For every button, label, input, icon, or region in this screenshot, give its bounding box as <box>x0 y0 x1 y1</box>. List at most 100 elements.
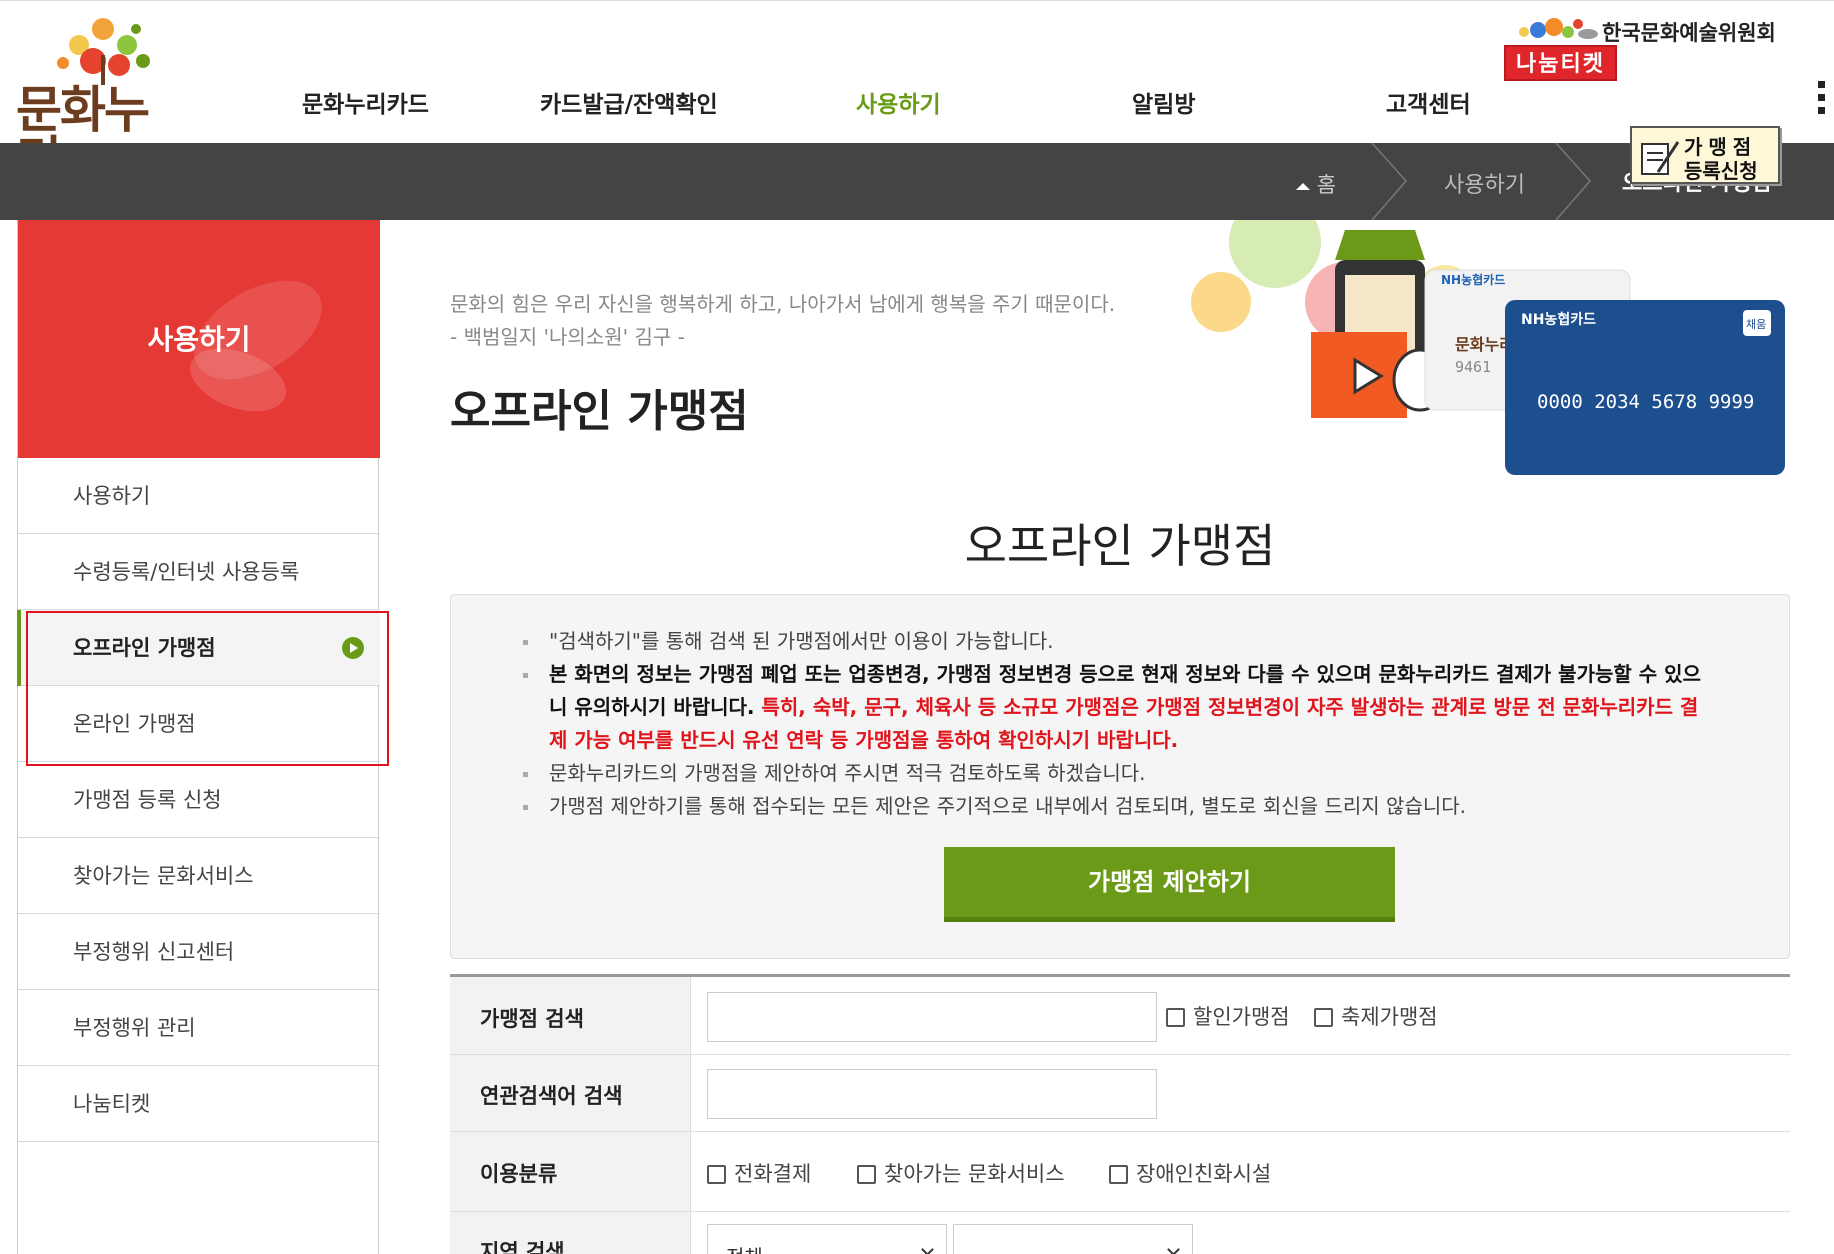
checkbox-label: 장애인친화시설 <box>1136 1162 1272 1186</box>
notice-item: 문화누리카드의 가맹점을 제안하여 주시면 적극 검토하도록 하겠습니다. <box>523 757 1709 790</box>
checkbox-icon <box>707 1165 726 1184</box>
region-select[interactable]: 전체 <box>707 1224 947 1254</box>
quote-source: - 백범일지 '나의소원' 김구 - <box>450 325 685 349</box>
region-select-value: 전체 <box>726 1241 763 1254</box>
sidebar-item-merchant-apply[interactable]: 가맹점 등록 신청 <box>18 762 380 838</box>
region-search-label: 지역 검색 <box>480 1240 565 1254</box>
sidebar-item-label: 사용하기 <box>73 484 151 508</box>
page-title: 오프라인 가맹점 <box>450 386 749 437</box>
merchant-search-label: 가맹점 검색 <box>480 1007 584 1031</box>
nav-munhwanuri-card[interactable]: 문화누리카드 <box>302 85 429 119</box>
breadcrumb-level1[interactable]: 사용하기 <box>1444 167 1525 199</box>
form-row-header: 연관검색어 검색 <box>450 1055 691 1131</box>
notice-item: 가맹점 제안하기를 통해 접수되는 모든 제안은 주기적으로 내부에서 검토되며… <box>523 790 1709 823</box>
sidebar-item-label: 수령등록/인터넷 사용등록 <box>73 560 300 584</box>
festival-merchant-checkbox[interactable]: 축제가맹점 <box>1314 1001 1438 1031</box>
notice-item-warning: 본 화면의 정보는 가맹점 폐업 또는 업종변경, 가맹점 정보변경 등으로 현… <box>523 658 1709 757</box>
header: 문화누리 문화누리카드 카드발급/잔액확인 사용하기 알림방 고객센터 한국문화… <box>0 0 1834 185</box>
suggest-merchant-button[interactable]: 가맹점 제안하기 <box>944 847 1395 922</box>
gift-card-tag: 채움 <box>1651 283 1673 297</box>
accessible-facility-checkbox[interactable]: 장애인친화시설 <box>1109 1158 1271 1188</box>
sidebar-item-label: 나눔티켓 <box>73 1092 151 1116</box>
notice-item: "검색하기"를 통해 검색 된 가맹점에서만 이용이 가능합니다. <box>523 625 1709 658</box>
nh-card-number: 0000 2034 5678 9999 <box>1537 391 1754 413</box>
sidebar: 사용하기 사용하기 수령등록/인터넷 사용등록 오프라인 가맹점 온라인 가맹점… <box>17 220 380 1254</box>
notice-text: 가맹점 제안하기를 통해 접수되는 모든 제안은 주기적으로 내부에서 검토되며… <box>549 794 1467 818</box>
sidebar-item-online-merchants[interactable]: 온라인 가맹점 <box>18 686 380 762</box>
hero-illustration: NH농협카드 문화누리 9461 채움 NH농협카드 채움 0000 2034 … <box>1191 220 1785 475</box>
logo[interactable]: 문화누리 <box>16 15 191 185</box>
form-row-related-search: 연관검색어 검색 <box>450 1055 1790 1132</box>
org-logo[interactable]: 한국문화예술위원회 <box>1516 15 1796 45</box>
chevron-down-icon <box>1167 1243 1180 1254</box>
sidebar-item-label: 찾아가는 문화서비스 <box>73 864 254 888</box>
sidebar-header: 사용하기 <box>18 220 380 458</box>
section-title: 오프라인 가맹점 <box>964 519 1276 573</box>
visiting-service-checkbox[interactable]: 찾아가는 문화서비스 <box>857 1158 1065 1188</box>
breadcrumb-home-label: 홈 <box>1316 173 1337 197</box>
sidebar-item-share-ticket[interactable]: 나눔티켓 <box>18 1066 380 1142</box>
sidebar-item-label: 가맹점 등록 신청 <box>73 788 222 812</box>
gift-card-number: 9461 <box>1455 358 1491 376</box>
sidebar-item-registration[interactable]: 수령등록/인터넷 사용등록 <box>18 534 380 610</box>
sidebar-item-visiting-service[interactable]: 찾아가는 문화서비스 <box>18 838 380 914</box>
sidebar-item-fraud-report[interactable]: 부정행위 신고센터 <box>18 914 380 990</box>
merchant-apply-badge[interactable]: 가맹점 등록신청 <box>1630 126 1780 184</box>
notice-box: "검색하기"를 통해 검색 된 가맹점에서만 이용이 가능합니다. 본 화면의 … <box>450 594 1790 959</box>
form-row-header: 이용분류 <box>450 1132 691 1211</box>
sidebar-item-label: 부정행위 신고센터 <box>73 940 235 964</box>
sidebar-item-label: 오프라인 가맹점 <box>73 636 216 660</box>
form-row-region: 지역 검색 전체 <box>450 1212 1790 1254</box>
checkbox-label: 할인가맹점 <box>1193 1005 1290 1029</box>
notice-text: "검색하기"를 통해 검색 된 가맹점에서만 이용이 가능합니다. <box>549 629 1054 653</box>
checkbox-label: 찾아가는 문화서비스 <box>884 1162 1065 1186</box>
nav-notice[interactable]: 알림방 <box>1132 85 1195 119</box>
home-icon <box>1296 183 1310 190</box>
nav-usage[interactable]: 사용하기 <box>856 85 941 119</box>
checkbox-icon <box>1314 1008 1333 1027</box>
discount-merchant-checkbox[interactable]: 할인가맹점 <box>1166 1001 1290 1031</box>
breadcrumb: 홈 사용하기 오프라인 가맹점 <box>0 143 1834 220</box>
related-search-label: 연관검색어 검색 <box>480 1084 623 1108</box>
logo-flower-icon <box>57 18 150 85</box>
sidebar-item-usage[interactable]: 사용하기 <box>18 458 380 534</box>
related-search-input[interactable] <box>707 1069 1157 1119</box>
notice-text: 문화누리카드의 가맹점을 제안하여 주시면 적극 검토하도록 하겠습니다. <box>549 761 1146 785</box>
nh-card-tag: 채움 <box>1746 318 1766 331</box>
form-row-header: 가맹점 검색 <box>450 977 691 1054</box>
sidebar-item-label: 온라인 가맹점 <box>73 712 196 736</box>
phone-payment-checkbox[interactable]: 전화결제 <box>707 1158 811 1188</box>
form-row-header: 지역 검색 <box>450 1212 691 1254</box>
nav-card-issue[interactable]: 카드발급/잔액확인 <box>540 85 718 119</box>
breadcrumb-home[interactable]: 홈 <box>1296 169 1336 199</box>
share-ticket-link[interactable]: 나눔티켓 <box>1504 45 1617 81</box>
checkbox-icon <box>1166 1008 1185 1027</box>
usage-category-label: 이용분류 <box>480 1162 558 1186</box>
gift-card-brand: NH농협카드 <box>1441 272 1505 287</box>
chevron-right-icon <box>1555 143 1592 220</box>
sidebar-title: 사용하기 <box>147 323 251 356</box>
checkbox-icon <box>1109 1165 1128 1184</box>
quote-text: 문화의 힘은 우리 자신을 행복하게 하고, 나아가서 남에게 행복을 주기 때… <box>450 292 1116 316</box>
nav-customer-center[interactable]: 고객센터 <box>1386 85 1471 119</box>
film-icon <box>1311 332 1407 418</box>
merchant-search-form: 가맹점 검색 할인가맹점 축제가맹점 연관검색어 검색 이용분류 전화결제 찾아… <box>450 974 1790 1254</box>
form-row-usage-category: 이용분류 전화결제 찾아가는 문화서비스 장애인친화시설 <box>450 1132 1790 1212</box>
more-menu-icon[interactable] <box>1818 81 1826 121</box>
org-label: 한국문화예술위원회 <box>1602 21 1776 45</box>
subregion-select[interactable] <box>953 1224 1193 1254</box>
play-circle-icon <box>342 637 364 659</box>
merchant-search-input[interactable] <box>707 992 1157 1042</box>
org-dots-icon <box>1519 18 1598 39</box>
nh-card-brand: NH농협카드 <box>1521 312 1596 328</box>
form-row-merchant-search: 가맹점 검색 할인가맹점 축제가맹점 <box>450 977 1790 1055</box>
chevron-right-icon <box>1371 143 1408 220</box>
chevron-down-icon <box>921 1243 934 1254</box>
sidebar-item-offline-merchants[interactable]: 오프라인 가맹점 <box>17 610 380 686</box>
apply-badge-line2: 등록신청 <box>1684 159 1758 183</box>
checkbox-label: 전화결제 <box>734 1162 812 1186</box>
checkbox-icon <box>857 1165 876 1184</box>
checkbox-label: 축제가맹점 <box>1341 1005 1438 1029</box>
pen-paper-icon <box>1641 141 1680 175</box>
sidebar-item-fraud-management[interactable]: 부정행위 관리 <box>18 990 380 1066</box>
